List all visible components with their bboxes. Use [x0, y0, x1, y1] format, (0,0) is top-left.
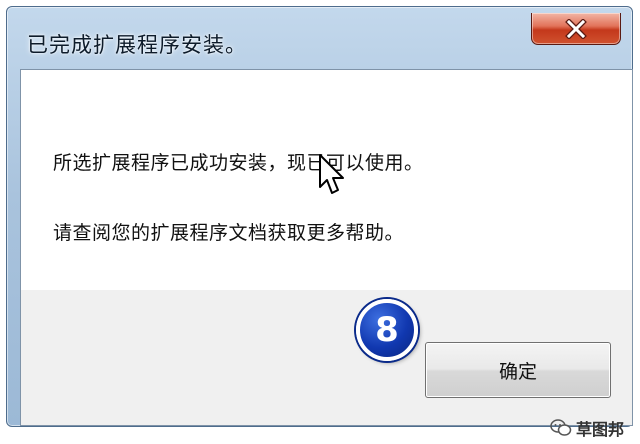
dialog-title: 已完成扩展程序安装。: [27, 33, 247, 57]
dialog-window: 已完成扩展程序安装。 所选扩展程序已成功安装，现已可以使用。 请查阅您的扩展程序…: [6, 6, 633, 427]
ok-button[interactable]: 确定: [425, 342, 611, 398]
message-line-1: 所选扩展程序已成功安装，现已可以使用。: [53, 152, 424, 174]
close-icon: [565, 18, 587, 39]
dialog-body: 所选扩展程序已成功安装，现已可以使用。 请查阅您的扩展程序文档获取更多帮助。 确…: [20, 69, 633, 426]
step-number-badge: 8: [356, 299, 418, 361]
wechat-icon: [550, 419, 572, 436]
close-button[interactable]: [531, 13, 621, 45]
watermark: 草图邦: [550, 416, 624, 440]
watermark-text: 草图邦: [576, 420, 625, 439]
mouse-cursor-icon: [319, 154, 344, 194]
message-line-2: 请查阅您的扩展程序文档获取更多帮助。: [53, 222, 405, 244]
